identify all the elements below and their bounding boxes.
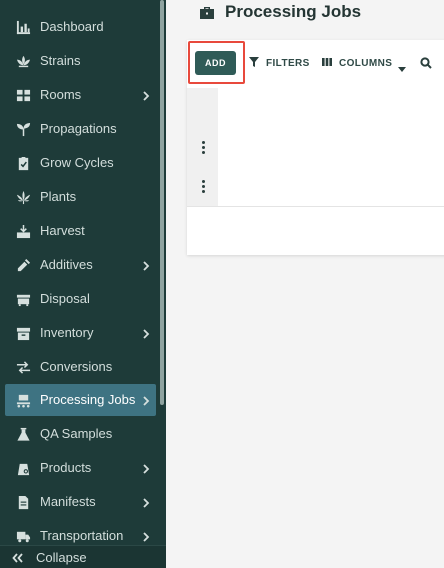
sidebar: Dashboard Strains Rooms Propagations Gro… — [0, 0, 166, 568]
chevron-right-icon — [141, 259, 151, 271]
sidebar-item-rooms[interactable]: Rooms — [5, 79, 156, 111]
sidebar-item-label: Inventory — [40, 325, 94, 340]
row-actions-column — [187, 88, 218, 206]
double-chevron-left-icon — [12, 551, 24, 563]
grid-divider — [187, 206, 444, 207]
grid-icon — [15, 87, 31, 103]
sidebar-item-transportation[interactable]: Transportation — [5, 520, 156, 545]
sidebar-item-label: Manifests — [40, 494, 96, 509]
briefcase-icon — [199, 5, 215, 21]
sidebar-item-label: Disposal — [40, 291, 90, 306]
sidebar-item-manifests[interactable]: Manifests — [5, 486, 156, 518]
conveyor-icon — [15, 392, 31, 408]
dumpster-icon — [15, 291, 31, 307]
page-title: Processing Jobs — [225, 2, 362, 21]
chevron-right-icon — [141, 462, 151, 474]
sidebar-item-label: Dashboard — [40, 19, 104, 34]
exchange-arrows-icon — [15, 359, 31, 375]
sidebar-item-plants[interactable]: Plants — [5, 181, 156, 213]
chevron-right-icon — [141, 89, 151, 101]
chart-bar-icon — [15, 19, 31, 35]
sidebar-scrollbar[interactable] — [160, 0, 164, 405]
dropper-icon — [15, 257, 31, 273]
sidebar-item-disposal[interactable]: Disposal — [5, 283, 156, 315]
archive-box-icon — [15, 325, 31, 341]
sidebar-item-products[interactable]: Products — [5, 452, 156, 484]
columns-button[interactable]: COLUMNS — [322, 54, 407, 72]
sidebar-item-label: Additives — [40, 257, 93, 272]
sidebar-item-label: Rooms — [40, 87, 82, 102]
cannabis-leaf-icon — [15, 189, 31, 205]
clipboard-check-icon — [15, 155, 31, 171]
chevron-right-icon — [141, 327, 151, 339]
harvest-tray-icon — [15, 223, 31, 239]
add-button[interactable]: ADD — [195, 51, 236, 75]
data-grid-card: ADD FILTERS COLUMNS — [187, 40, 444, 255]
sidebar-item-label: Plants — [40, 189, 77, 204]
sidebar-item-qa-samples[interactable]: QA Samples — [5, 418, 156, 450]
sidebar-item-label: Strains — [40, 53, 81, 68]
grid-toolbar: ADD FILTERS COLUMNS — [187, 40, 444, 88]
search-icon[interactable] — [420, 56, 432, 69]
data-grid — [187, 88, 444, 207]
sidebar-item-label: Processing Jobs — [40, 392, 136, 407]
sidebar-item-label: QA Samples — [40, 426, 113, 441]
collapse-button[interactable]: Collapse — [0, 545, 166, 568]
main-content: Processing Jobs ADD FILTERS COLUMNS — [166, 0, 444, 568]
caret-down-icon — [398, 60, 407, 72]
sidebar-nav: Dashboard Strains Rooms Propagations Gro… — [0, 0, 166, 545]
document-icon — [15, 494, 31, 510]
truck-icon — [15, 528, 31, 544]
sidebar-item-inventory[interactable]: Inventory — [5, 317, 156, 349]
sidebar-item-additives[interactable]: Additives — [5, 249, 156, 281]
sprout-icon — [15, 121, 31, 137]
filter-icon — [249, 54, 259, 72]
sidebar-item-dashboard[interactable]: Dashboard — [5, 11, 156, 43]
sidebar-item-conversions[interactable]: Conversions — [5, 351, 156, 383]
chevron-right-icon — [141, 394, 151, 406]
sidebar-item-processing-jobs[interactable]: Processing Jobs — [5, 384, 156, 416]
lotus-icon — [15, 53, 31, 69]
filters-label: FILTERS — [266, 57, 310, 69]
columns-icon — [322, 54, 332, 72]
chevron-right-icon — [141, 530, 151, 542]
chevron-right-icon — [141, 496, 151, 508]
sidebar-item-label: Grow Cycles — [40, 155, 114, 170]
columns-label: COLUMNS — [339, 57, 393, 69]
collapse-label: Collapse — [36, 550, 87, 565]
row-menu-icon[interactable] — [196, 177, 210, 195]
sidebar-item-label: Transportation — [40, 528, 124, 543]
filters-button[interactable]: FILTERS — [249, 54, 310, 72]
sidebar-item-harvest[interactable]: Harvest — [5, 215, 156, 247]
sidebar-item-label: Products — [40, 460, 92, 475]
sidebar-item-grow-cycles[interactable]: Grow Cycles — [5, 147, 156, 179]
sidebar-item-label: Propagations — [40, 121, 117, 136]
sidebar-item-propagations[interactable]: Propagations — [5, 113, 156, 145]
sidebar-item-label: Conversions — [40, 359, 113, 374]
row-menu-icon[interactable] — [196, 138, 210, 156]
sidebar-item-label: Harvest — [40, 223, 85, 238]
flask-icon — [15, 426, 31, 442]
product-bag-icon — [15, 460, 31, 476]
sidebar-item-strains[interactable]: Strains — [5, 45, 156, 77]
